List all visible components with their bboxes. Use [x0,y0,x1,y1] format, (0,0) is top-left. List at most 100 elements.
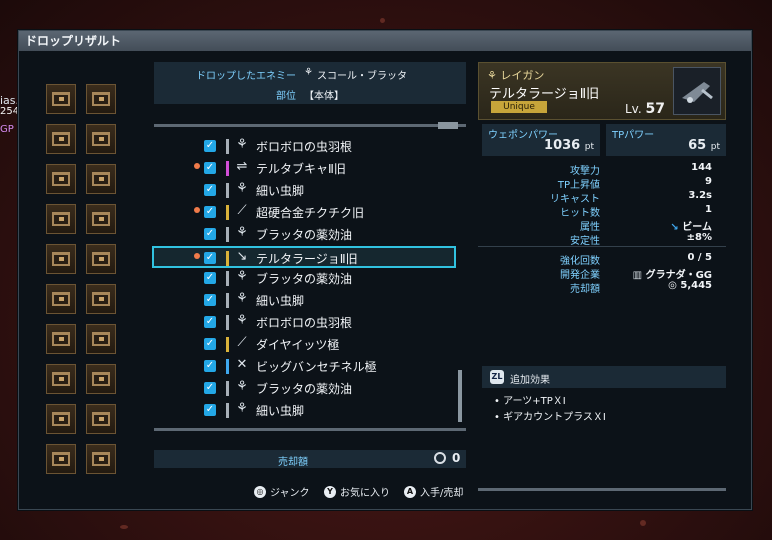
drop-box-icon[interactable] [46,364,76,394]
extra-effect-text: ギアカウントプラスＸⅠ [503,412,606,423]
stat-row: 安定性 ±8% [478,232,726,247]
item-name: ブラッタの薬効油 [256,382,353,396]
item-checkbox[interactable]: ✓ [204,404,216,416]
tp-power-label: TPパワー [612,130,655,141]
rarity-bar [226,403,229,418]
list-item[interactable]: ✓ ⚘ 細い虫脚 [154,400,454,422]
favorite-label: お気に入り [340,488,390,499]
window-title: ドロップリザルト [19,31,751,51]
junk-button[interactable]: ◎ ジャンク [254,484,310,499]
list-item[interactable]: ✓ ⚘ 細い虫脚 [154,180,454,202]
level-label: Lv. [625,102,642,116]
info-row: 売却額 ◎ 5,445 [478,280,726,295]
launcher-icon: ↘ [236,249,248,264]
extra-effects-header: ZL 追加効果 [482,366,726,388]
stat-label: 安定性 [570,236,600,247]
list-scrollbar[interactable] [458,370,462,422]
info-value-text: 5,445 [680,280,712,291]
sale-total-value: 0 [452,451,461,465]
drop-box-icon[interactable] [86,444,116,474]
drop-box-icon[interactable] [46,444,76,474]
rarity-bar [226,337,229,352]
drop-box-icon[interactable] [46,324,76,354]
drop-box-icon[interactable] [46,84,76,114]
item-checkbox[interactable]: ✓ [204,316,216,328]
rarity-bar [226,251,229,266]
rarity-bar [226,205,229,220]
drop-box-icon[interactable] [86,124,116,154]
detail-bottom-divider [478,488,726,491]
item-name: 細い虫脚 [256,294,305,308]
item-checkbox[interactable]: ✓ [204,382,216,394]
drop-box-icon[interactable] [86,84,116,114]
weapon-name: テルタラージョⅡ旧 [489,87,600,102]
meseta-icon [434,452,446,464]
bug-material-icon: ⚘ [236,225,248,240]
list-item[interactable]: ✓ ⚘ ブラッタの薬効油 [154,378,454,400]
new-indicator [194,253,200,259]
item-name: ビッグバンセチネル極 [256,360,377,374]
enemy-info: ドロップしたエネミー ⚘ スコール・ブラッタ 部位 【本体】 [154,62,466,104]
drop-box-icon[interactable] [86,364,116,394]
stat-label: リキャスト [550,194,600,205]
rarity-bar [226,183,229,198]
list-item[interactable]: ✓ ✕ ビッグバンセチネル極 [154,356,454,378]
rarity-bar [226,359,229,374]
obtain-sell-button[interactable]: A 入手/売却 [404,484,463,499]
rarity-bar [226,227,229,242]
item-checkbox[interactable]: ✓ [204,140,216,152]
item-checkbox[interactable]: ✓ [204,228,216,240]
launcher-icon [682,82,713,103]
item-checkbox[interactable]: ✓ [204,206,216,218]
hud-hp-fragment: 254 [0,106,20,117]
stat-value: 144 [691,162,712,173]
list-item[interactable]: ✓ ⚘ ボロボロの虫羽根 [154,312,454,334]
drop-box-icon[interactable] [46,124,76,154]
item-checkbox[interactable]: ✓ [204,338,216,350]
item-name: テルタブキャⅡ旧 [256,162,346,176]
rarity-bar [226,161,229,176]
list-item[interactable]: ✓ ⚘ ブラッタの薬効油 [154,224,454,246]
item-checkbox[interactable]: ✓ [204,294,216,306]
drop-box-icon[interactable] [86,204,116,234]
drop-box-icon[interactable] [46,244,76,274]
drop-box-icon[interactable] [86,284,116,314]
part-value: 【本体】 [304,91,344,102]
drop-box-icon[interactable] [86,404,116,434]
extra-effect-item: • ギアカウントプラスＸⅠ [494,412,606,423]
list-item[interactable]: ✓ ⚘ 細い虫脚 [154,290,454,312]
extra-effect-item: • アーツ+TPＸⅠ [494,396,566,407]
item-name: 細い虫脚 [256,184,305,198]
stat-value-text: ±8% [686,232,712,243]
drop-box-icon[interactable] [46,404,76,434]
list-item[interactable]: ✓ ⚘ ブラッタの薬効油 [154,268,454,290]
tp-power-unit: pt [710,142,720,152]
item-checkbox[interactable]: ✓ [204,272,216,284]
list-bottom-divider [154,428,466,431]
item-name: テルタラージョⅡ旧 [256,252,358,266]
drop-box-icon[interactable] [86,164,116,194]
drop-box-icon[interactable] [46,164,76,194]
rifle-icon: ⇌ [236,159,248,174]
obtain-sell-label: 入手/売却 [420,488,464,499]
drop-box-icon[interactable] [86,324,116,354]
junk-stick-icon: ◎ [254,485,266,498]
item-checkbox[interactable]: ✓ [204,360,216,372]
list-item[interactable]: ✓ ⟋ ダイヤイッツ極 [154,334,454,356]
item-checkbox[interactable]: ✓ [204,162,216,174]
drop-box-icon[interactable] [86,244,116,274]
item-checkbox[interactable]: ✓ [204,184,216,196]
weapon-header: ⚘ レイガン テルタラージョⅡ旧 Unique Lv. 57 [478,62,726,120]
list-item[interactable]: ✓ ⟋ 超硬合金チクチク旧 [154,202,454,224]
list-item-selected[interactable]: ✓ ↘ テルタラージョⅡ旧 [152,246,456,268]
weapon-power-value: 1036 [544,138,581,153]
weapon-level: Lv. 57 [625,101,665,117]
favorite-button[interactable]: Y お気に入り [324,484,390,499]
list-item[interactable]: ✓ ⚘ ボロボロの虫羽根 [154,136,454,158]
list-item[interactable]: ✓ ⇌ テルタブキャⅡ旧 [154,158,454,180]
weapon-type: ⚘ レイガン [487,69,545,82]
item-checkbox[interactable]: ✓ [204,252,216,264]
background-speck [120,525,128,529]
drop-box-icon[interactable] [46,284,76,314]
drop-box-icon[interactable] [46,204,76,234]
